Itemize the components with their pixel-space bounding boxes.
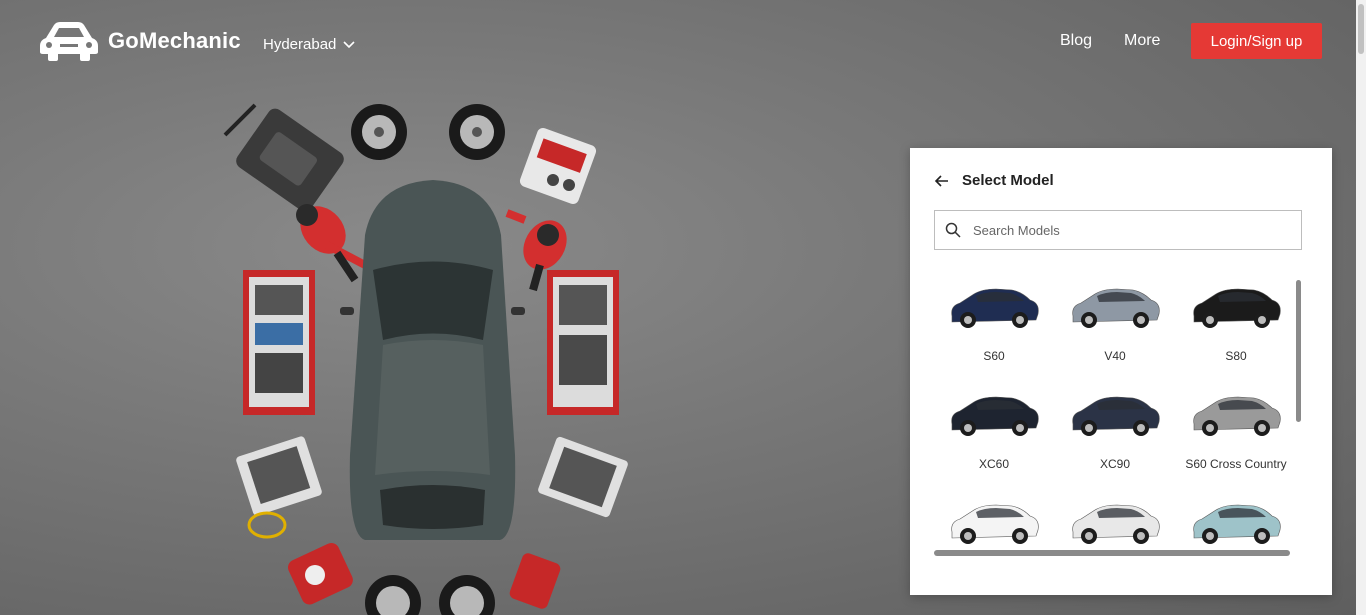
car-top-view (340, 180, 525, 540)
car-thumbnail-icon (1193, 396, 1281, 436)
car-thumbnail-icon (1193, 288, 1281, 328)
tire-icon (439, 575, 495, 615)
city-selector[interactable]: Hyderabad (263, 36, 355, 53)
search-models-input[interactable] (973, 222, 1273, 238)
chevron-down-icon (343, 40, 355, 48)
model-name: S80 (1225, 349, 1247, 363)
tire-icon (449, 104, 505, 160)
hero-garage-illustration (223, 103, 628, 615)
tire-icon (365, 575, 421, 615)
tire-icon (351, 104, 407, 160)
model-name: XC90 (1099, 457, 1131, 471)
back-arrow-icon[interactable] (934, 173, 950, 189)
toolbox (236, 436, 322, 539)
page-scrollbar[interactable] (1356, 0, 1366, 615)
panel-header: Select Model (934, 172, 1054, 189)
model-card[interactable]: S80 (1176, 276, 1296, 376)
model-card[interactable]: V40 (1055, 276, 1175, 376)
model-name: S60 Cross Country (1185, 457, 1287, 471)
brand-name: GoMechanic (108, 28, 241, 53)
jack-equipment (509, 553, 561, 609)
nav-more-link[interactable]: More (1124, 32, 1160, 50)
car-logo-icon (40, 22, 98, 61)
city-label: Hyderabad (263, 36, 337, 53)
model-grid-vertical-scrollbar[interactable] (1296, 280, 1301, 422)
model-card[interactable]: S60 (934, 276, 1054, 376)
car-thumbnail-icon (1072, 288, 1160, 328)
nav-blog-link[interactable]: Blog (1060, 32, 1092, 50)
panel-title: Select Model (962, 172, 1054, 189)
search-icon (945, 222, 961, 238)
login-signup-button[interactable]: Login/Sign up (1191, 23, 1322, 59)
select-model-panel: Select Model S60 V40 S80 XC60 XC90 S60 Cross … (910, 148, 1332, 595)
page-scrollbar-thumb[interactable] (1358, 4, 1364, 54)
model-card[interactable] (1176, 492, 1296, 548)
tool-cart (547, 270, 619, 415)
model-name: XC60 (978, 457, 1010, 471)
car-thumbnail-icon (951, 396, 1039, 436)
model-name: V40 (1104, 349, 1126, 363)
top-header: GoMechanic Hyderabad Blog More Login/Sig… (0, 0, 1356, 90)
car-thumbnail-icon (1072, 504, 1160, 544)
car-thumbnail-icon (1072, 396, 1160, 436)
tool-cart (243, 270, 315, 415)
car-thumbnail-icon (951, 504, 1039, 544)
model-grid: S60 V40 S80 XC60 XC90 S60 Cross Country (934, 276, 1296, 548)
tire-changer-machine (223, 103, 344, 212)
model-card[interactable]: XC60 (934, 384, 1054, 484)
toolbox (538, 436, 628, 518)
car-thumbnail-icon (951, 288, 1039, 328)
jack-equipment (288, 543, 353, 605)
mechanic-figure (296, 204, 367, 283)
model-card[interactable] (1055, 492, 1175, 548)
model-card[interactable] (934, 492, 1054, 548)
car-thumbnail-icon (1193, 504, 1281, 544)
model-card[interactable]: S60 Cross Country (1176, 384, 1296, 484)
model-grid-horizontal-scrollbar[interactable] (934, 550, 1290, 556)
model-card[interactable]: XC90 (1055, 384, 1175, 484)
brand-logo[interactable]: GoMechanic (38, 20, 241, 62)
ac-service-machine (519, 127, 597, 205)
model-name: S60 (983, 349, 1005, 363)
model-search-box[interactable] (934, 210, 1302, 250)
